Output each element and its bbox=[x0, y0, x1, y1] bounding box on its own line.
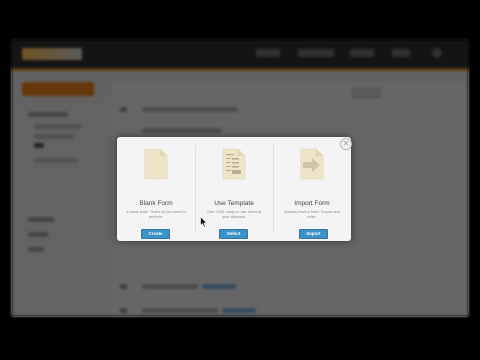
mouse-cursor-icon bbox=[200, 216, 208, 228]
option-description: Over 1000 ready-to-use forms at your dis… bbox=[206, 210, 262, 219]
option-title: Import Form bbox=[294, 200, 330, 207]
option-description: Already have a form? Import and relax. bbox=[284, 210, 340, 219]
template-document-icon bbox=[222, 148, 246, 180]
option-import-form[interactable]: Import Form Already have a form? Import … bbox=[273, 145, 351, 239]
option-description: A blank slate. That's all you need to pe… bbox=[126, 210, 186, 219]
option-title: Use Template bbox=[214, 200, 254, 207]
option-title: Blank Form bbox=[139, 200, 173, 207]
select-button[interactable]: Select bbox=[219, 229, 248, 239]
import-document-icon bbox=[300, 148, 324, 180]
option-blank-form[interactable]: Blank Form A blank slate. That's all you… bbox=[117, 145, 195, 239]
new-form-dialog: × Blank Form A blank slate. That's all y… bbox=[117, 137, 352, 241]
import-button[interactable]: Import bbox=[299, 229, 328, 239]
video-frame: × Blank Form A blank slate. That's all y… bbox=[0, 0, 480, 360]
create-button[interactable]: Create bbox=[141, 229, 170, 239]
blank-document-icon bbox=[144, 148, 168, 180]
